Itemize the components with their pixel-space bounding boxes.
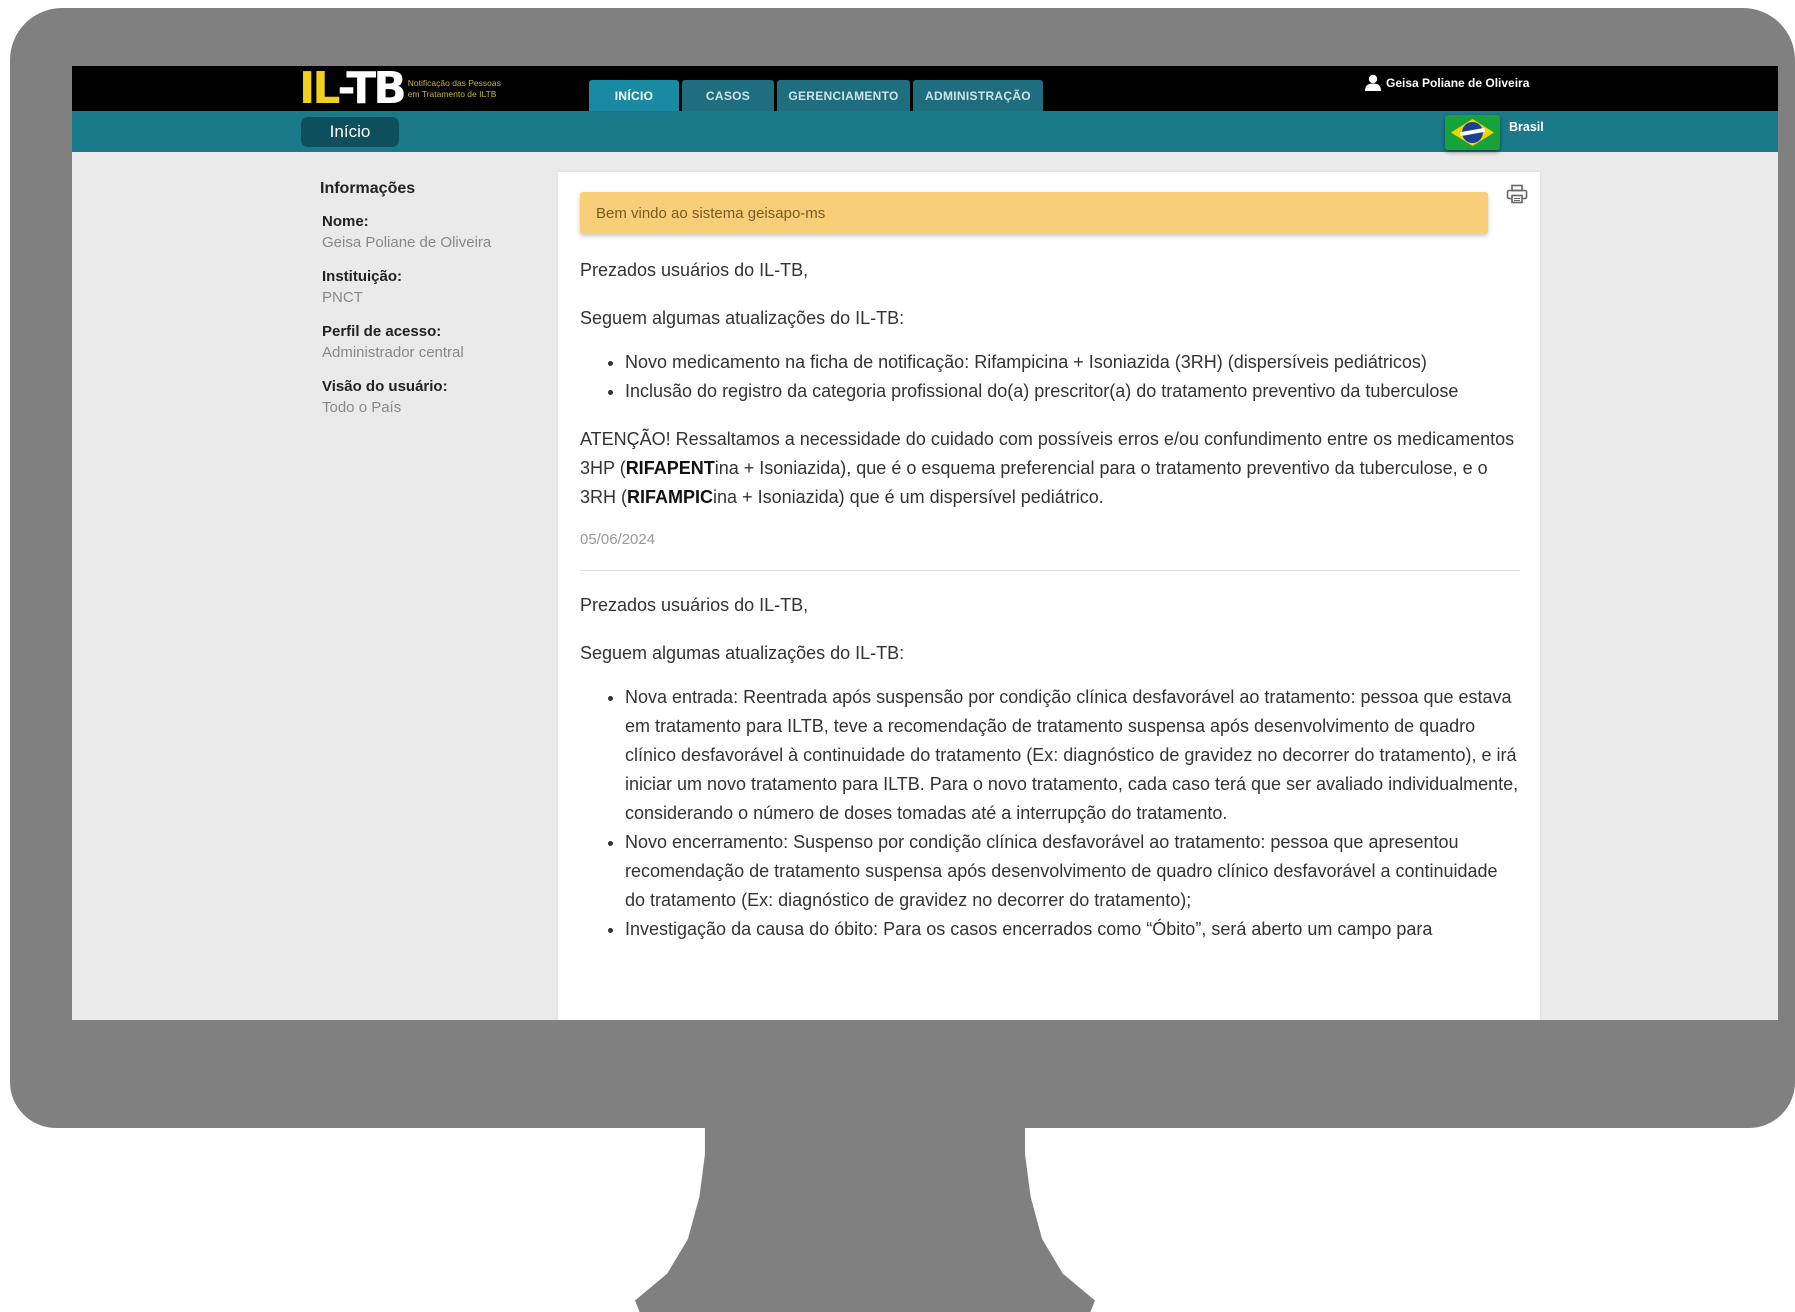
logo-subtitle: Notificação das Pessoas em Tratamento de… <box>407 78 501 99</box>
field-label-visao: Visão do usuário: <box>322 378 448 395</box>
news1-attention: ATENÇÃO! Ressaltamos a necessidade do cu… <box>580 425 1520 512</box>
news2-list: Nova entrada: Reentrada após suspensão p… <box>580 683 1520 944</box>
field-label-instituicao: Instituição: <box>322 268 403 285</box>
sidebar-title: Informações <box>320 180 416 197</box>
field-value-instituicao: PNCT <box>322 289 363 306</box>
print-icon[interactable] <box>1506 184 1528 204</box>
news1-intro: Seguem algumas atualizações do IL-TB: <box>580 308 905 328</box>
list-item: Inclusão do registro da categoria profis… <box>625 377 1520 406</box>
news1-greeting: Prezados usuários do IL-TB, <box>580 260 809 280</box>
app-screen: IL-TB Notificação das Pessoas em Tratame… <box>72 66 1778 1020</box>
list-item: Nova entrada: Reentrada após suspensão p… <box>625 683 1520 828</box>
field-value-visao: Todo o País <box>322 399 402 416</box>
field-label-nome: Nome: <box>322 213 369 230</box>
user-name: Geisa Poliane de Oliveira <box>1386 75 1530 90</box>
main-nav: INÍCIO CASOS GERENCIAMENTO ADMINISTRAÇÃO <box>589 80 1043 111</box>
sub-bar: Início Brasil <box>72 111 1778 152</box>
info-sidebar: Informações Nome: Geisa Poliane de Olive… <box>320 180 550 432</box>
list-item: Novo encerramento: Suspenso por condição… <box>625 828 1520 915</box>
app-logo[interactable]: IL-TB Notificação das Pessoas em Tratame… <box>299 67 503 111</box>
tab-administracao[interactable]: ADMINISTRAÇÃO <box>913 80 1043 111</box>
news1-date: 05/06/2024 <box>580 531 656 548</box>
tab-gerenciamento[interactable]: GERENCIAMENTO <box>777 80 910 111</box>
news-divider <box>580 570 1520 571</box>
news1-list: Novo medicamento na ficha de notificação… <box>580 348 1520 406</box>
top-bar: IL-TB Notificação das Pessoas em Tratame… <box>72 66 1778 111</box>
news-feed: Prezados usuários do IL-TB, Seguem algum… <box>580 256 1520 963</box>
news2-greeting: Prezados usuários do IL-TB, <box>580 595 809 615</box>
attention-bold-1: RIFAPENT <box>625 458 715 478</box>
list-item: Investigação da causa do óbito: Para os … <box>625 915 1520 944</box>
tab-inicio[interactable]: INÍCIO <box>589 80 679 111</box>
list-item: Novo medicamento na ficha de notificação… <box>625 348 1520 377</box>
logo-il: IL <box>299 66 340 114</box>
tab-casos[interactable]: CASOS <box>682 80 774 111</box>
field-value-perfil: Administrador central <box>322 344 464 361</box>
brazil-flag-icon[interactable] <box>1445 115 1500 150</box>
field-value-nome: Geisa Poliane de Oliveira <box>322 234 492 251</box>
content-panel: Bem vindo ao sistema geisapo-ms Prezados… <box>558 172 1540 1020</box>
user-icon <box>1365 74 1381 91</box>
logo-mark: IL-TB <box>299 67 407 111</box>
breadcrumb-inicio[interactable]: Início <box>301 117 399 147</box>
welcome-alert: Bem vindo ao sistema geisapo-ms <box>580 192 1488 234</box>
attention-bold-2: RIFAMPIC <box>627 487 714 507</box>
attention-text-3: ina + Isoniazida) que é um dispersível p… <box>713 487 1104 507</box>
news2-intro: Seguem algumas atualizações do IL-TB: <box>580 643 905 663</box>
monitor-stand <box>635 1120 1095 1312</box>
user-menu[interactable]: Geisa Poliane de Oliveira <box>1364 74 1529 91</box>
country-label: Brasil <box>1509 120 1544 134</box>
field-label-perfil: Perfil de acesso: <box>322 323 442 340</box>
logo-tb: -TB <box>337 66 406 114</box>
